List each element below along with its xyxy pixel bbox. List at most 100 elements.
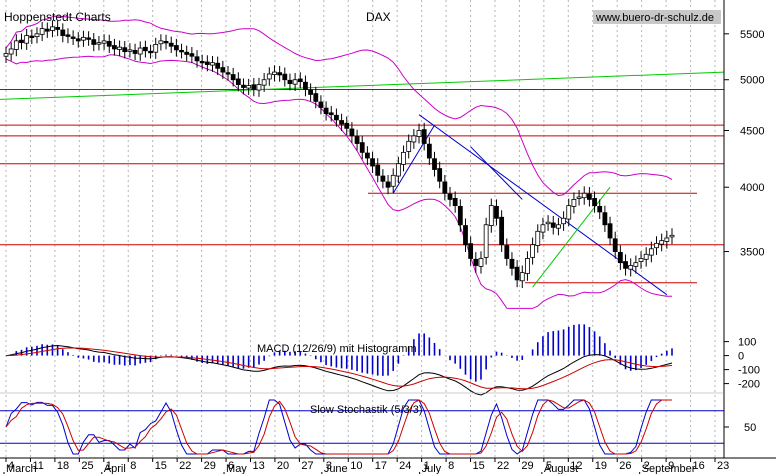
x-month-label: July <box>422 463 442 474</box>
candle-body <box>468 243 474 259</box>
header-right: www.buero-dr-schulz.de <box>595 12 714 24</box>
candle-body <box>70 36 76 39</box>
x-day-tick-label: 8 <box>130 460 136 472</box>
x-day-tick-label: 27 <box>301 460 313 472</box>
x-day-tick-label: 29 <box>521 460 533 472</box>
candle-body <box>669 234 675 238</box>
candle-body <box>664 237 670 242</box>
candle-body <box>380 175 386 182</box>
candle-body <box>127 49 133 52</box>
candle-body <box>158 40 164 45</box>
candle-body <box>654 242 659 249</box>
candle-body <box>241 84 246 88</box>
x-month-label: March <box>6 463 37 474</box>
candle-body <box>39 28 45 35</box>
x-month-label: September <box>642 463 696 474</box>
candle-body <box>581 192 587 199</box>
candle-body <box>13 40 19 50</box>
macd-y-tick-label: 0 <box>738 351 744 363</box>
candle-body <box>106 41 112 47</box>
x-day-tick-label: 24 <box>399 460 411 472</box>
candle-body <box>34 33 40 38</box>
candle-body <box>566 205 572 220</box>
candle-body <box>556 224 561 229</box>
candle-body <box>463 225 468 246</box>
candle-body <box>3 53 9 57</box>
candle-body <box>24 35 30 44</box>
x-day-tick-label: 8 <box>448 460 454 472</box>
candle-body <box>612 238 618 252</box>
candle-body <box>432 158 437 170</box>
candle-body <box>75 38 81 42</box>
candle-body <box>148 50 153 54</box>
x-month-label: August <box>544 463 578 474</box>
candle-body <box>173 45 179 51</box>
x-day-tick-label: 18 <box>57 460 69 472</box>
candle-body <box>153 44 159 53</box>
candle-body <box>592 198 597 207</box>
candle-body <box>550 222 556 228</box>
candle-body <box>55 26 61 30</box>
candle-body <box>364 152 370 159</box>
x-day-tick-label: 26 <box>619 460 631 472</box>
candle-body <box>411 135 417 143</box>
candle-body <box>426 143 432 159</box>
candle-body <box>416 130 422 137</box>
candle-body <box>607 223 613 239</box>
candle-body <box>261 79 267 86</box>
y-tick-label: 5000 <box>740 75 764 87</box>
candle-body <box>199 60 205 64</box>
x-day-tick-label: 29 <box>204 460 216 472</box>
candle-body <box>349 128 355 137</box>
candle-body <box>437 168 443 182</box>
candle-body <box>344 122 350 129</box>
candle-body <box>514 266 520 281</box>
candle-body <box>163 41 169 44</box>
candle-body <box>246 85 252 89</box>
candle-body <box>117 46 122 50</box>
candle-body <box>530 244 536 258</box>
candle-body <box>359 142 365 153</box>
candle-body <box>504 245 510 259</box>
candle-body <box>638 258 644 262</box>
y-tick-label: 5500 <box>740 29 764 41</box>
candle-body <box>44 28 50 32</box>
candle-body <box>96 42 102 45</box>
header-center: DAX <box>366 10 391 24</box>
candle-body <box>210 62 215 66</box>
x-day-tick-label: 15 <box>155 460 167 472</box>
candle-body <box>421 129 427 144</box>
candle-body <box>50 26 55 31</box>
candle-body <box>525 258 530 274</box>
candle-body <box>354 136 360 144</box>
candle-body <box>633 262 639 267</box>
candle-body <box>142 46 148 52</box>
stoch-title: Slow Stochastik (5/3/3) <box>310 404 423 416</box>
y-tick-label: 4500 <box>740 125 764 137</box>
candle-body <box>385 181 391 188</box>
chart-background <box>0 0 776 474</box>
macd-title: MACD (12/26/9) mit Histogramm <box>257 343 417 355</box>
candle-body <box>617 251 623 264</box>
x-month-label: April <box>104 463 126 474</box>
candle-body <box>256 84 262 91</box>
candle-body <box>576 196 582 199</box>
candle-body <box>545 221 551 225</box>
candle-body <box>81 36 86 41</box>
candle-body <box>101 40 107 44</box>
candle-body <box>287 79 293 84</box>
candle-body <box>452 198 458 207</box>
candle-body <box>19 39 24 44</box>
candle-body <box>282 73 288 81</box>
x-day-tick-label: 22 <box>497 460 509 472</box>
candle-body <box>390 174 396 187</box>
candle-body <box>204 61 210 65</box>
x-day-tick-label: 25 <box>81 460 93 472</box>
candle-body <box>179 49 184 53</box>
x-day-tick-label: 23 <box>717 460 729 472</box>
x-month-label: June <box>324 463 348 474</box>
candle-body <box>370 158 375 167</box>
macd-y-tick-label: 100 <box>738 337 756 349</box>
candle-body <box>395 163 401 177</box>
candle-body <box>499 216 505 246</box>
